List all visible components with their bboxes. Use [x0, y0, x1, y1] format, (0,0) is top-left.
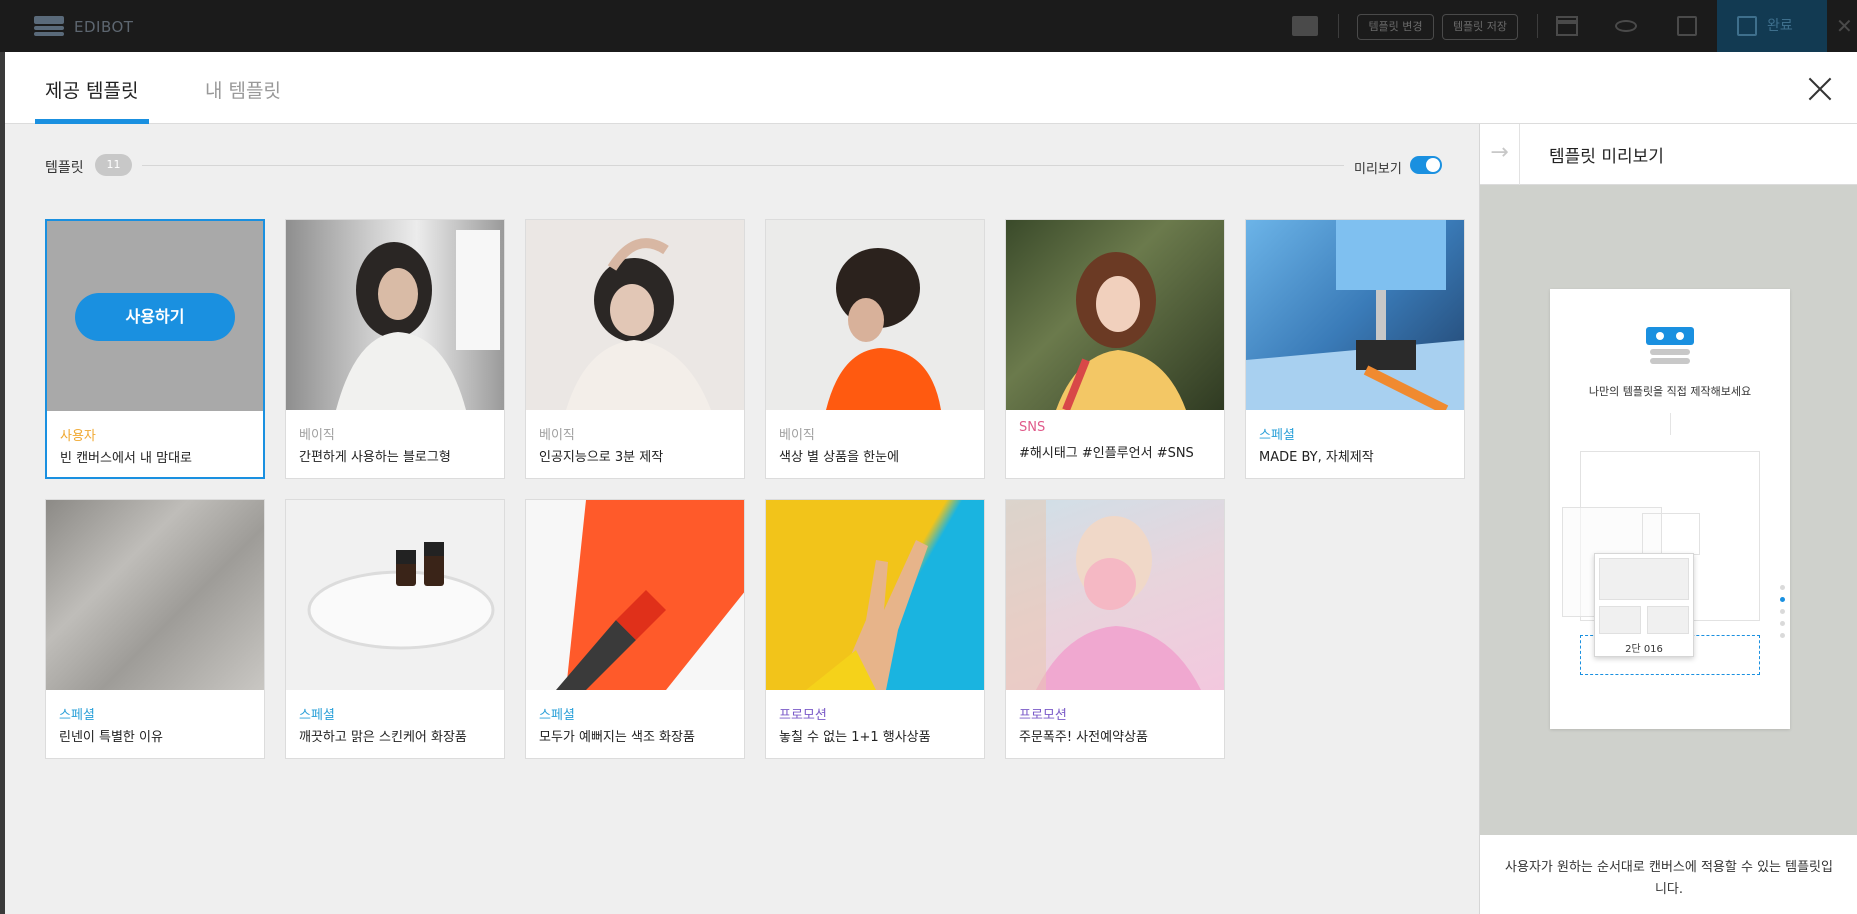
template-category: 사용자	[60, 429, 96, 444]
pagination-dot[interactable]	[1780, 621, 1785, 626]
template-title: 색상 별 상품을 한눈에	[779, 450, 900, 465]
template-card[interactable]: 베이직 간편하게 사용하는 블로그형	[285, 219, 505, 479]
divider	[1338, 14, 1339, 38]
edibot-logo-icon	[34, 16, 64, 38]
preview-pagination[interactable]	[1780, 585, 1786, 645]
template-category: 스페셜	[1259, 428, 1295, 443]
layout-option-card[interactable]: 2단 016	[1594, 553, 1694, 657]
template-title: 인공지능으로 3분 제작	[539, 450, 664, 465]
template-title: MADE BY, 자체제작	[1259, 450, 1374, 465]
template-card[interactable]: 스페셜 깨끗하고 맑은 스킨케어 화장품	[285, 499, 505, 759]
linen-thumbnail	[46, 500, 264, 690]
app-header: EDIBOT 템플릿 변경 템플릿 저장 완료 ✕	[0, 0, 1857, 52]
sewing-illustration	[1246, 220, 1464, 415]
pagination-dot[interactable]	[1780, 633, 1785, 638]
skincare-thumbnail	[286, 500, 504, 690]
template-preview-panel: → 템플릿 미리보기 나만의 템플릿을 직접 제작해보세요 2단 016 사용자…	[1479, 124, 1857, 914]
lipstick-illustration	[556, 500, 744, 690]
skincare-illustration	[307, 542, 495, 650]
template-title: 모두가 예뻐지는 색조 화장품	[539, 730, 695, 745]
pagination-dot-active[interactable]	[1780, 597, 1785, 602]
pagination-dot[interactable]	[1780, 585, 1785, 590]
template-title: 린넨이 특별한 이유	[59, 730, 163, 745]
template-category: 스페셜	[59, 708, 95, 723]
template-count-label: 템플릿	[45, 160, 84, 176]
template-card[interactable]: SNS #해시태그 #인플루언서 #SNS	[1005, 219, 1225, 479]
divider	[142, 165, 1344, 166]
portrait-illustration	[1056, 252, 1186, 412]
template-category: 스페셜	[299, 708, 335, 723]
preview-toggle[interactable]	[1410, 156, 1442, 174]
modal-close-icon[interactable]	[1807, 76, 1833, 102]
template-category: 베이직	[779, 428, 815, 443]
template-title: #해시태그 #인플루언서 #SNS	[1019, 446, 1194, 461]
portrait-illustration	[826, 248, 941, 410]
template-category: 베이직	[299, 428, 335, 443]
template-title: 간편하게 사용하는 블로그형	[299, 450, 451, 465]
edibot-robot-icon	[1646, 327, 1694, 367]
tab-provided-templates[interactable]: 제공 템플릿	[45, 76, 138, 103]
pagination-dot[interactable]	[1780, 609, 1785, 614]
preview-card: 나만의 템플릿을 직접 제작해보세요 2단 016	[1550, 289, 1790, 729]
template-card[interactable]: 베이직 인공지능으로 3분 제작	[525, 219, 745, 479]
template-category: 스페셜	[539, 708, 575, 723]
app-close-icon[interactable]: ✕	[1836, 14, 1853, 38]
template-card[interactable]: 스페셜 MADE BY, 자체제작	[1245, 219, 1465, 479]
template-category: 프로모션	[779, 708, 827, 723]
template-gallery: 템플릿 11 미리보기 사용하기 사용자 빈 캔버스에서 내 맘대로 베이직 간…	[5, 124, 1479, 914]
template-title: 깨끗하고 맑은 스킨케어 화장품	[299, 730, 467, 745]
portrait-illustration	[336, 230, 500, 410]
image-placeholder-icon	[1642, 513, 1700, 555]
preview-toggle-label: 미리보기	[1354, 162, 1402, 177]
use-template-button[interactable]: 사용하기	[75, 293, 235, 341]
template-card[interactable]: 스페셜 모두가 예뻐지는 색조 화장품	[525, 499, 745, 759]
portrait-illustration	[1006, 500, 1201, 690]
tab-my-templates[interactable]: 내 템플릿	[205, 76, 281, 103]
preview-message: 나만의 템플릿을 직접 제작해보세요	[1588, 385, 1752, 398]
store-icon[interactable]	[1556, 16, 1578, 36]
portrait-illustration	[566, 238, 711, 410]
template-card[interactable]: 사용하기 사용자 빈 캔버스에서 내 맘대로	[45, 219, 265, 479]
preview-description: 사용자가 원하는 순서대로 캔버스에 적용할 수 있는 템플릿입니다.	[1480, 835, 1857, 914]
template-category: 프로모션	[1019, 708, 1067, 723]
template-card[interactable]: 프로모션 주문폭주! 사전예약상품	[1005, 499, 1225, 759]
hand-illustration	[806, 540, 928, 690]
divider	[1537, 14, 1538, 38]
short-hair-thumbnail	[766, 220, 984, 410]
lipstick-thumbnail	[526, 500, 744, 690]
language-flag-icon[interactable]	[1292, 16, 1318, 36]
preview-title: 템플릿 미리보기	[1549, 147, 1664, 167]
template-modal: 제공 템플릿 내 템플릿 템플릿 11 미리보기 사용하기 사용자 빈 캔버스에…	[5, 52, 1857, 914]
template-category: 베이직	[539, 428, 575, 443]
template-title: 주문폭주! 사전예약상품	[1019, 730, 1148, 745]
preview-area: 나만의 템플릿을 직접 제작해보세요 2단 016	[1480, 185, 1857, 835]
preview-header: → 템플릿 미리보기	[1480, 124, 1857, 185]
check-icon	[1737, 16, 1757, 36]
bubblegum-thumbnail	[1006, 500, 1224, 690]
eye-icon[interactable]	[1615, 16, 1637, 36]
save-template-button[interactable]: 템플릿 저장	[1442, 14, 1518, 40]
change-template-button[interactable]: 템플릿 변경	[1357, 14, 1434, 40]
template-category: SNS	[1019, 420, 1046, 435]
promotion-hand-thumbnail	[766, 500, 984, 690]
template-card[interactable]: 프로모션 놓칠 수 없는 1+1 행사상품	[765, 499, 985, 759]
layout-option-label: 2단 016	[1625, 644, 1663, 655]
woman-portrait-thumbnail	[286, 220, 504, 410]
tab-bar: 제공 템플릿 내 템플릿	[5, 52, 1857, 124]
done-button[interactable]: 완료	[1717, 0, 1827, 52]
template-card[interactable]: 베이직 색상 별 상품을 한눈에	[765, 219, 985, 479]
arrow-right-icon[interactable]: →	[1480, 124, 1520, 185]
template-count-badge: 11	[95, 154, 132, 176]
connector-line	[1670, 413, 1671, 435]
save-icon[interactable]	[1676, 16, 1698, 36]
brand-name: EDIBOT	[74, 18, 134, 36]
template-card[interactable]: 스페셜 린넨이 특별한 이유	[45, 499, 265, 759]
template-title: 놓칠 수 없는 1+1 행사상품	[779, 730, 931, 745]
template-title: 빈 캔버스에서 내 맘대로	[60, 451, 192, 466]
done-label: 완료	[1767, 18, 1793, 34]
sns-portrait-thumbnail	[1006, 220, 1224, 412]
woman-portrait-thumbnail	[526, 220, 744, 410]
sewing-machine-thumbnail	[1246, 220, 1464, 415]
